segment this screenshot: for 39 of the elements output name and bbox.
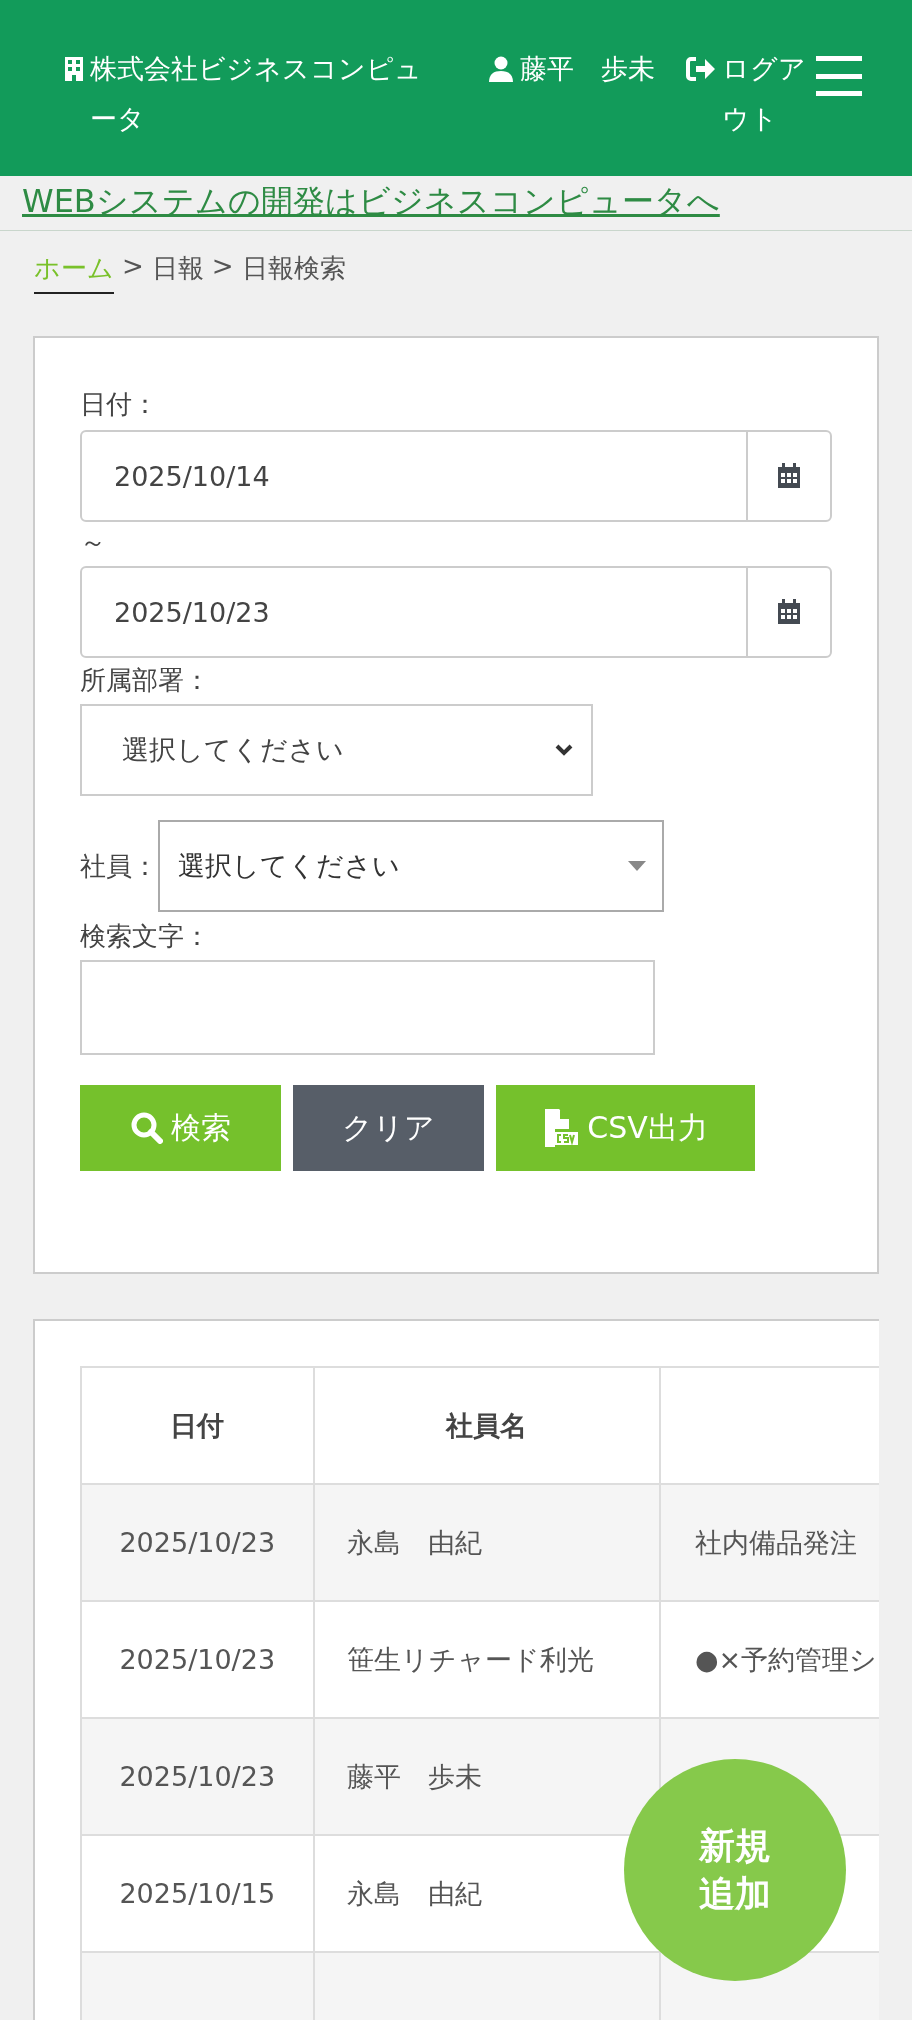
field-label: 日付：: [80, 388, 159, 421]
field-label: 所属部署：: [80, 664, 211, 697]
date-field[interactable]: 2025/10/14: [80, 430, 832, 522]
table-cell: 2025/10/23: [81, 1718, 314, 1835]
field-label: 社員：: [80, 850, 158, 883]
clear-button[interactable]: クリア: [293, 1085, 484, 1171]
user-icon: [488, 56, 514, 82]
calendar-icon: [777, 463, 801, 489]
breadcrumb-separator: >: [122, 251, 144, 281]
column-header: 社員名: [313, 1367, 661, 1484]
column-header: 日付: [81, 1367, 314, 1484]
breadcrumb-separator: >: [211, 251, 234, 281]
logout-link[interactable]: ログアウト: [722, 44, 816, 144]
csv-button[interactable]: CSV出力: [496, 1085, 755, 1171]
employee-select[interactable]: 選択してください: [158, 820, 664, 912]
menu-icon[interactable]: [816, 56, 862, 96]
building-icon: [64, 56, 84, 82]
keyword-field[interactable]: [80, 960, 655, 1055]
breadcrumb-item: 日報検索: [241, 252, 346, 285]
field-label: 検索文字：: [80, 920, 211, 953]
csv-file-icon: [543, 1109, 580, 1147]
table-cell: 2025/10/23: [81, 1484, 314, 1601]
range-separator: ～: [80, 526, 107, 558]
breadcrumb-link[interactable]: ホーム: [34, 251, 114, 294]
search-icon: [130, 1112, 163, 1144]
caret-down-icon: [628, 861, 646, 871]
company-name: 株式会社ビジネスコンピュータ: [90, 52, 423, 136]
table-cell: 藤平 歩未: [313, 1718, 661, 1835]
table-cell: 社内備品発注: [660, 1484, 879, 1601]
user-name: 藤平 歩未: [520, 52, 655, 86]
search-button[interactable]: 検索: [80, 1085, 281, 1171]
logout-icon: [686, 56, 716, 82]
breadcrumb-item: 日報: [151, 252, 204, 285]
department-select[interactable]: 選択してください: [80, 704, 593, 796]
date-field[interactable]: 2025/10/23: [80, 566, 832, 658]
banner-link[interactable]: WEBシステムの開発はビジネスコンピュータへ: [0, 178, 912, 231]
calendar-icon: [777, 599, 801, 625]
table-cell: 永島 由紀: [313, 1484, 661, 1601]
chevron-down-icon: [555, 744, 573, 756]
